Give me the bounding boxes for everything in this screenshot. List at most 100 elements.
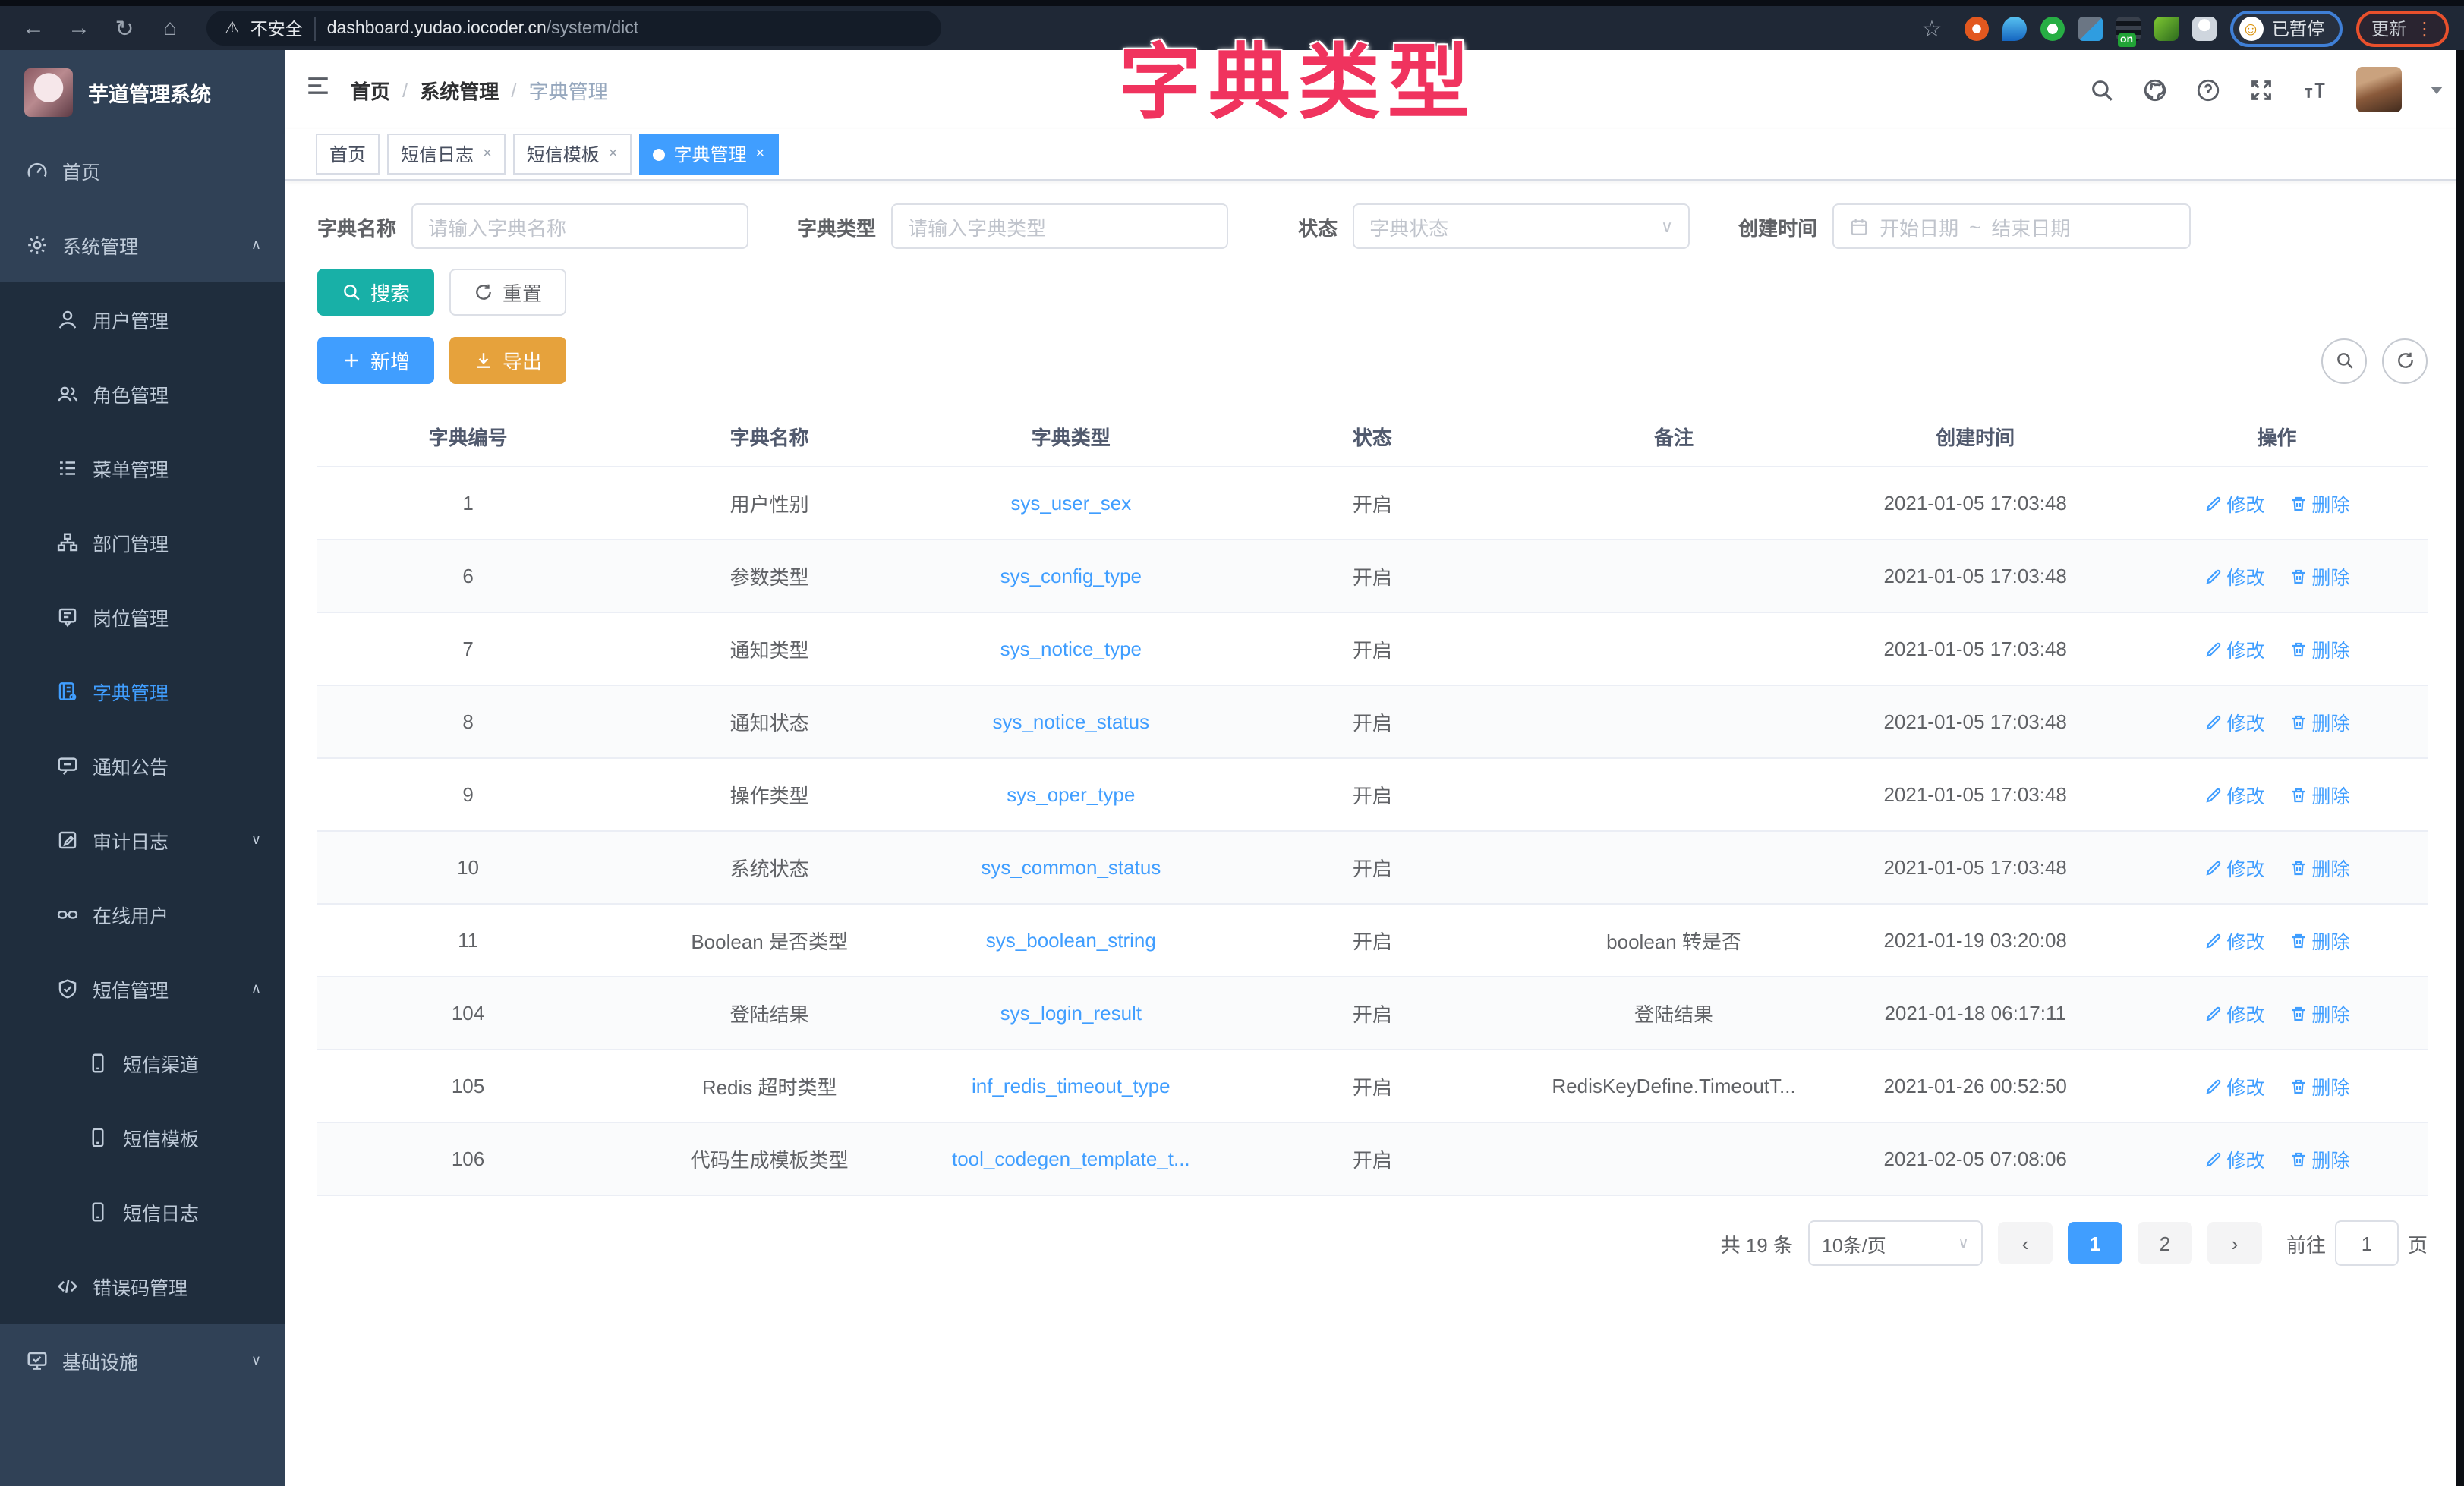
- browser-update-button[interactable]: 更新 ⋮: [2356, 10, 2449, 46]
- sidebar-item-sms-log[interactable]: 短信日志: [0, 1175, 285, 1249]
- add-button[interactable]: 新增: [317, 337, 434, 384]
- browser-forward-icon[interactable]: →: [61, 10, 97, 46]
- breadcrumb-item-0[interactable]: 首页: [351, 75, 390, 104]
- github-icon[interactable]: [2141, 76, 2168, 103]
- delete-link[interactable]: 删除: [2289, 489, 2349, 518]
- delete-link[interactable]: 删除: [2289, 707, 2349, 736]
- sidebar-item-errcode[interactable]: 错误码管理: [0, 1249, 285, 1324]
- cell-type[interactable]: sys_notice_type: [920, 612, 1221, 685]
- extension-icon-dark-lines[interactable]: on: [2116, 16, 2140, 40]
- page-button-1[interactable]: 1: [2068, 1222, 2122, 1264]
- address-bar[interactable]: ⚠ 不安全 dashboard.yudao.iocoder.cn/system/…: [206, 11, 941, 46]
- extension-icon-green-circle[interactable]: [2040, 16, 2064, 40]
- sidebar-item-posts[interactable]: 岗位管理: [0, 580, 285, 654]
- cell-type[interactable]: sys_config_type: [920, 540, 1221, 612]
- edit-link[interactable]: 修改: [2204, 853, 2264, 882]
- delete-link[interactable]: 删除: [2289, 853, 2349, 882]
- tab-首页[interactable]: 首页: [316, 134, 380, 175]
- refresh-table-button[interactable]: [2382, 338, 2428, 383]
- delete-link[interactable]: 删除: [2289, 1072, 2349, 1100]
- cell-type[interactable]: sys_oper_type: [920, 758, 1221, 831]
- app-logo-avatar: [24, 68, 73, 116]
- browser-back-icon[interactable]: ←: [15, 10, 52, 46]
- sidebar-item-depts[interactable]: 部门管理: [0, 505, 285, 580]
- cell-type[interactable]: tool_codegen_template_t...: [920, 1122, 1221, 1195]
- sidebar-item-audit[interactable]: 审计日志∨: [0, 803, 285, 877]
- fullscreen-icon[interactable]: [2247, 76, 2274, 103]
- cell-type[interactable]: sys_login_result: [920, 977, 1221, 1050]
- tab-close-icon[interactable]: ×: [609, 146, 618, 162]
- security-label[interactable]: 不安全: [250, 16, 317, 40]
- delete-link[interactable]: 删除: [2289, 999, 2349, 1028]
- sidebar-item-online[interactable]: 在线用户: [0, 877, 285, 952]
- sidebar-toggle-button[interactable]: [305, 73, 331, 106]
- sidebar-item-sms-template[interactable]: 短信模板: [0, 1100, 285, 1175]
- browser-menu-dots-icon[interactable]: ⋮: [2415, 17, 2434, 39]
- extension-icon-blue-diamond[interactable]: [2078, 16, 2102, 40]
- prev-page-button[interactable]: ‹: [1998, 1222, 2053, 1264]
- edit-link[interactable]: 修改: [2204, 1072, 2264, 1100]
- sidebar-item-infra[interactable]: 基础设施∨: [0, 1324, 285, 1398]
- page-size-select[interactable]: 10条/页∨: [1808, 1220, 1983, 1266]
- extension-icon-orange[interactable]: [1964, 16, 1988, 40]
- sidebar-item-menus[interactable]: 菜单管理: [0, 431, 285, 505]
- sidebar-item-users[interactable]: 用户管理: [0, 282, 285, 357]
- toggle-search-button[interactable]: [2321, 338, 2367, 383]
- sidebar-item-roles[interactable]: 角色管理: [0, 357, 285, 431]
- app-logo-row[interactable]: 芋道管理系统: [0, 50, 285, 134]
- sidebar-item-system[interactable]: 系统管理∧: [0, 208, 285, 282]
- delete-link[interactable]: 删除: [2289, 926, 2349, 955]
- edit-link[interactable]: 修改: [2204, 999, 2264, 1028]
- browser-home-icon[interactable]: ⌂: [152, 10, 188, 46]
- cell-type[interactable]: sys_common_status: [920, 831, 1221, 904]
- breadcrumb-item-1[interactable]: 系统管理: [420, 75, 499, 104]
- edit-link[interactable]: 修改: [2204, 634, 2264, 663]
- edit-link[interactable]: 修改: [2204, 562, 2264, 590]
- help-icon[interactable]: [2194, 76, 2221, 103]
- delete-link[interactable]: 删除: [2289, 1144, 2349, 1173]
- tab-字典管理[interactable]: 字典管理×: [638, 134, 778, 175]
- font-size-icon[interactable]: [2300, 76, 2327, 103]
- cell-type[interactable]: sys_boolean_string: [920, 904, 1221, 977]
- goto-page-input[interactable]: 1: [2335, 1220, 2399, 1266]
- export-button[interactable]: 导出: [449, 337, 566, 384]
- edit-link[interactable]: 修改: [2204, 926, 2264, 955]
- delete-link[interactable]: 删除: [2289, 634, 2349, 663]
- edit-link[interactable]: 修改: [2204, 1144, 2264, 1173]
- sidebar-item-sms-channel[interactable]: 短信渠道: [0, 1026, 285, 1100]
- search-button[interactable]: 搜索: [317, 269, 434, 316]
- extension-icon-blue-drop[interactable]: [2002, 16, 2026, 40]
- cell-type[interactable]: sys_user_sex: [920, 467, 1221, 540]
- user-avatar[interactable]: [2356, 67, 2402, 112]
- tab-close-icon[interactable]: ×: [756, 146, 765, 162]
- cell-type[interactable]: sys_notice_status: [920, 685, 1221, 758]
- tab-close-icon[interactable]: ×: [483, 146, 492, 162]
- extension-icon-green-leaf[interactable]: [2154, 16, 2178, 40]
- paused-extension-pill[interactable]: ☺ 已暂停: [2229, 10, 2343, 46]
- edit-link[interactable]: 修改: [2204, 780, 2264, 809]
- dict-name-input[interactable]: 请输入字典名称: [411, 203, 748, 249]
- reset-button[interactable]: 重置: [449, 269, 566, 316]
- tab-短信模板[interactable]: 短信模板×: [513, 134, 632, 175]
- edit-link[interactable]: 修改: [2204, 707, 2264, 736]
- edit-link[interactable]: 修改: [2204, 489, 2264, 518]
- user-menu-caret-icon[interactable]: [2431, 86, 2443, 93]
- sidebar-item-dict[interactable]: 字典管理: [0, 654, 285, 729]
- next-page-button[interactable]: ›: [2207, 1222, 2262, 1264]
- delete-link[interactable]: 删除: [2289, 562, 2349, 590]
- header-search-icon[interactable]: [2087, 76, 2115, 103]
- tab-短信日志[interactable]: 短信日志×: [387, 134, 506, 175]
- browser-reload-icon[interactable]: ↻: [106, 10, 143, 46]
- sidebar-item-home[interactable]: 首页: [0, 134, 285, 208]
- bookmark-star-icon[interactable]: ☆: [1914, 10, 1950, 46]
- page-button-2[interactable]: 2: [2138, 1222, 2192, 1264]
- extension-icon-white-figure[interactable]: [2191, 16, 2216, 40]
- cell-type[interactable]: inf_redis_timeout_type: [920, 1050, 1221, 1122]
- status-select[interactable]: 字典状态∨: [1353, 203, 1690, 249]
- sidebar-item-sms[interactable]: 短信管理∧: [0, 952, 285, 1026]
- delete-link[interactable]: 删除: [2289, 780, 2349, 809]
- dict-type-input[interactable]: 请输入字典类型: [891, 203, 1228, 249]
- sidebar-item-notice[interactable]: 通知公告: [0, 729, 285, 803]
- browser-scrollbar[interactable]: [2456, 50, 2464, 1486]
- date-range-picker[interactable]: 开始日期 ~ 结束日期: [1832, 203, 2191, 249]
